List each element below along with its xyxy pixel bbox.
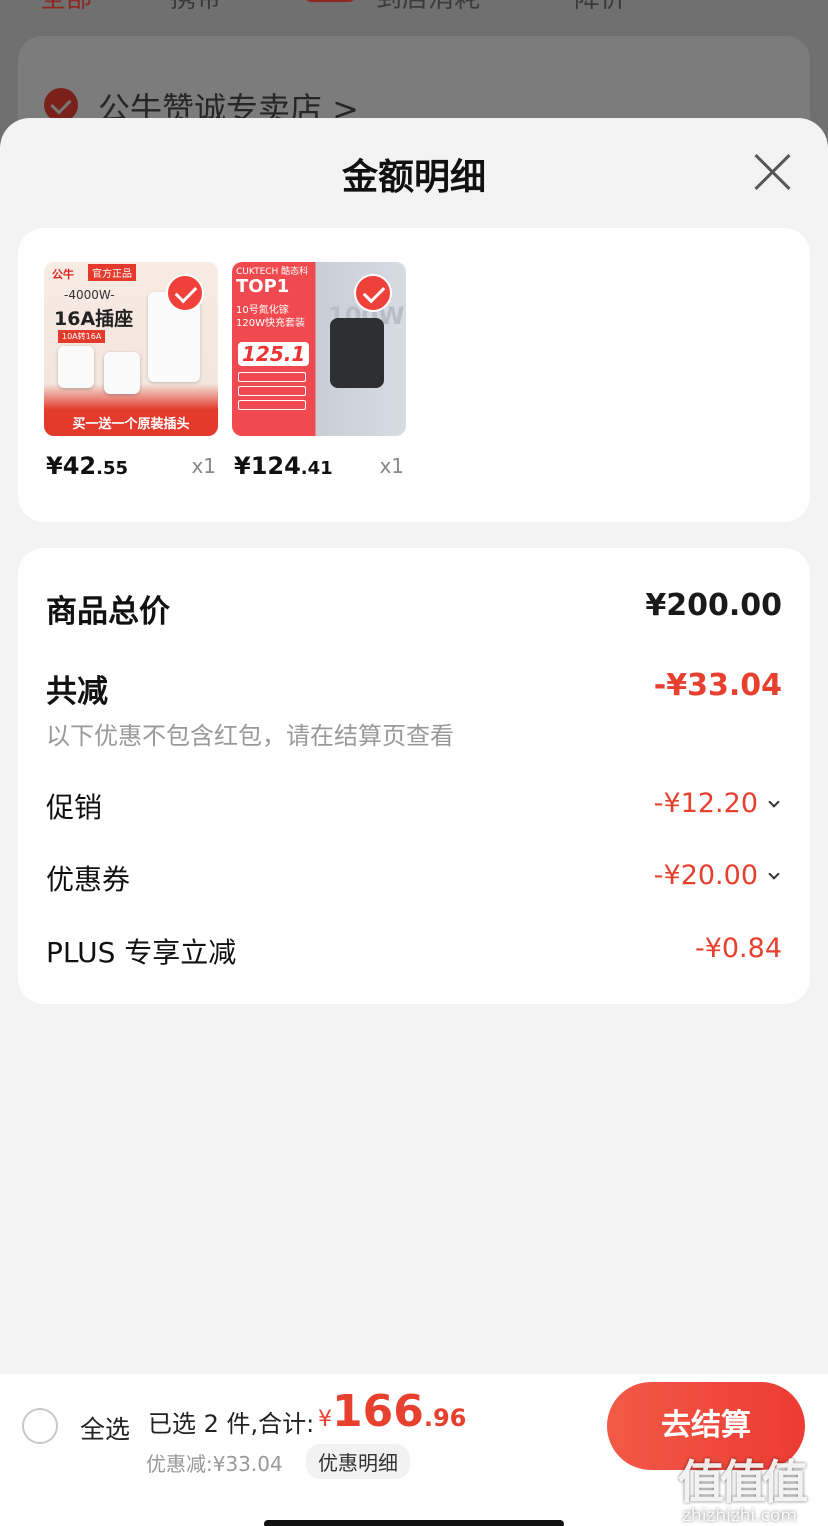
watermark-logo: 值值值 xyxy=(678,1455,808,1509)
total-decimal: .96 xyxy=(423,1404,467,1432)
price-integer: ¥42 xyxy=(46,452,97,480)
product-price: ¥42.55 xyxy=(46,452,128,480)
home-indicator[interactable] xyxy=(264,1520,564,1526)
plug-illustration xyxy=(58,346,94,388)
product-image[interactable]: CUKTECH 酷态科 TOP1 10号氮化镓 120W快充套装 125.1 1… xyxy=(232,262,406,436)
product-image-tags xyxy=(238,372,306,414)
background-tabs: 全部 携带 到店消耗 降价 xyxy=(0,0,828,18)
plug-illustration xyxy=(104,352,140,394)
plus-discount-label: PLUS 专享立减 xyxy=(46,936,237,969)
price-integer: ¥124 xyxy=(234,452,301,480)
coupon-row[interactable]: -¥20.00 xyxy=(653,860,780,891)
chevron-down-icon[interactable] xyxy=(768,796,780,808)
product-image-promo: 买一送一个原装插头 xyxy=(72,417,190,432)
selected-count-text: 已选 2 件,合计: xyxy=(148,1410,315,1438)
bg-tab-price-drop: 降价 xyxy=(574,0,626,15)
bg-tab-badge xyxy=(305,0,355,2)
selected-check-icon[interactable] xyxy=(354,274,392,312)
discount-hint: 以下优惠不包含红包，请在结算页查看 xyxy=(46,722,454,750)
product-image-rank: TOP1 xyxy=(236,276,290,297)
product-image-price: 125.1 xyxy=(238,342,310,366)
close-icon[interactable] xyxy=(752,152,792,192)
selected-check-icon[interactable] xyxy=(166,274,204,312)
product-image-title: 16A插座 xyxy=(54,308,134,330)
products-card: 公牛 官方正品 -4000W- 16A插座 10A转16A 买一送一个原装插头 … xyxy=(18,228,810,522)
price-decimal: .55 xyxy=(96,458,128,479)
product-price: ¥124.41 xyxy=(234,452,333,480)
product-image-badge: 官方正品 xyxy=(88,264,136,281)
product-image-brand: 公牛 xyxy=(52,268,74,281)
product-image-subtitle: 10A转16A xyxy=(58,330,106,343)
product-quantity: x1 xyxy=(191,454,216,478)
watermark-url: zhizhizhi.com xyxy=(682,1506,797,1526)
promotion-value: -¥12.20 xyxy=(653,788,758,819)
reduction-value: -¥33.04 xyxy=(653,668,782,703)
chevron-down-icon[interactable] xyxy=(768,868,780,880)
discount-detail-button[interactable]: 优惠明细 xyxy=(306,1444,410,1479)
price-decimal: .41 xyxy=(300,458,333,479)
reduction-label: 共减 xyxy=(46,674,108,710)
total-integer: 166 xyxy=(332,1386,424,1437)
bg-tab-carry: 携带 xyxy=(170,0,222,15)
bg-tab-store: 到店消耗 xyxy=(376,0,480,15)
select-all-radio[interactable] xyxy=(22,1408,58,1444)
product-item-2[interactable]: CUKTECH 酷态科 TOP1 10号氮化镓 120W快充套装 125.1 1… xyxy=(232,262,406,480)
select-all-label[interactable]: 全选 xyxy=(80,1410,130,1446)
currency-symbol: ¥ xyxy=(318,1407,332,1432)
product-item-1[interactable]: 公牛 官方正品 -4000W- 16A插座 10A转16A 买一送一个原装插头 … xyxy=(44,262,218,480)
total-amount: ¥166.96 xyxy=(318,1386,466,1437)
amount-detail-sheet: 金额明细 公牛 官方正品 -4000W- 16A插座 10A转16A 买一送一个… xyxy=(0,118,828,1526)
product-image-watt: -4000W- xyxy=(64,288,115,302)
discount-summary: 优惠减:¥33.04 xyxy=(146,1452,283,1476)
plus-discount-value: -¥0.84 xyxy=(694,933,782,964)
coupon-label: 优惠券 xyxy=(46,863,131,896)
promotion-row[interactable]: -¥12.20 xyxy=(653,788,780,819)
product-image[interactable]: 公牛 官方正品 -4000W- 16A插座 10A转16A 买一送一个原装插头 xyxy=(44,262,218,436)
check-icon xyxy=(44,88,78,122)
sheet-title: 金额明细 xyxy=(341,157,486,198)
watermark: 值值值 zhizhizhi.com xyxy=(678,1446,828,1526)
product-quantity: x1 xyxy=(379,454,404,478)
price-summary-card: 商品总价 ¥200.00 共减 -¥33.04 以下优惠不包含红包，请在结算页查… xyxy=(18,548,810,1004)
bg-tab-all: 全部 xyxy=(40,0,92,15)
product-image-title: 10号氮化镓 120W快充套装 xyxy=(236,305,305,329)
coupon-value: -¥20.00 xyxy=(653,860,758,891)
promotion-label: 促销 xyxy=(46,791,103,824)
total-price-value: ¥200.00 xyxy=(645,588,782,623)
charger-illustration xyxy=(330,318,384,388)
total-price-label: 商品总价 xyxy=(46,594,170,630)
